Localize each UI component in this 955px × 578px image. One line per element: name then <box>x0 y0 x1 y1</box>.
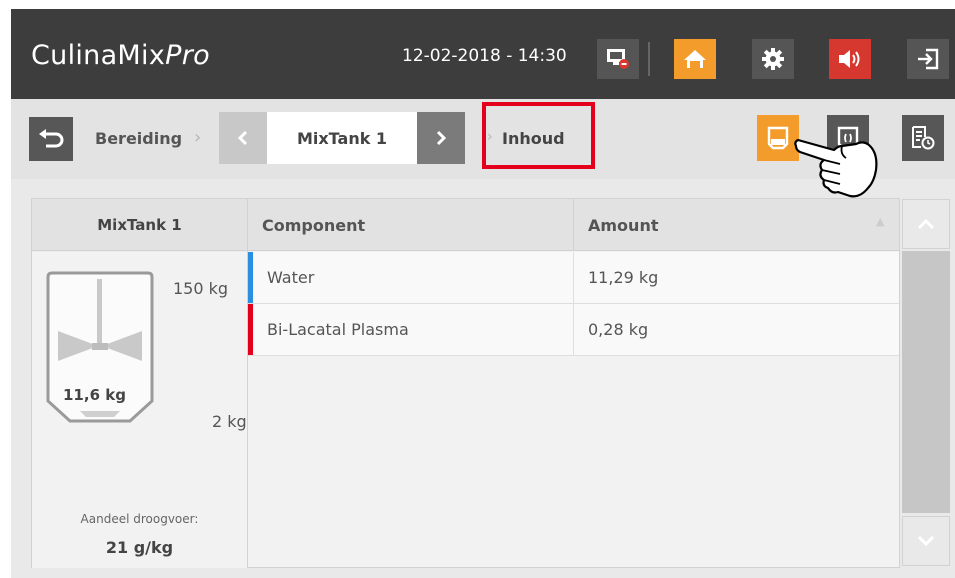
gear-icon <box>762 48 784 70</box>
chevron-right-icon <box>436 130 447 146</box>
speaker-icon <box>839 50 860 68</box>
mixing-tank-icon <box>46 271 154 423</box>
settings-button[interactable] <box>752 39 794 79</box>
table-row[interactable]: Water 11,29 kg <box>248 252 899 304</box>
column-header-amount[interactable]: Amount <box>588 216 658 235</box>
logout-icon <box>918 48 939 70</box>
pointing-hand-icon <box>794 138 878 198</box>
dry-feed-share-label: Aandeel droogvoer: <box>80 512 199 526</box>
column-divider <box>573 252 574 303</box>
tank-panel: MixTank 1 150 kg 11,6 kg 2 kg Aandeel dr… <box>31 198 248 568</box>
tank-fill-weight: 11,6 kg <box>63 386 126 404</box>
column-divider <box>573 304 574 355</box>
separator <box>648 42 650 76</box>
breadcrumb-separator-icon: › <box>194 127 202 148</box>
display-alert-icon <box>607 49 629 69</box>
row-color-marker <box>248 304 253 355</box>
table-row[interactable]: Bi-Lacatal Plasma 0,28 kg <box>248 304 899 356</box>
chevron-left-icon <box>237 130 248 146</box>
display-alert-button[interactable] <box>597 39 639 79</box>
selected-tank[interactable]: MixTank 1 <box>267 112 417 164</box>
tank-selector: MixTank 1 <box>219 112 497 164</box>
sort-ascending-icon: ▲ <box>876 215 885 228</box>
cell-amount: 0,28 kg <box>588 320 649 339</box>
column-header-component[interactable]: Component <box>262 216 365 235</box>
components-table: Component Amount ▲ Water 11,29 kg Bi-Lac… <box>248 198 900 568</box>
list-clock-icon <box>912 126 935 150</box>
back-button[interactable] <box>29 117 73 161</box>
next-tank-button[interactable] <box>417 112 465 164</box>
top-bar: CulinaMixPro 12-02-2018 - 14:30 <box>11 9 955 99</box>
previous-tank-button[interactable] <box>219 112 267 164</box>
cell-amount: 11,29 kg <box>588 268 659 287</box>
scroll-down-button[interactable] <box>902 516 950 566</box>
scroll-thumb[interactable] <box>902 251 950 513</box>
datetime-display: 12-02-2018 - 14:30 <box>402 46 567 66</box>
tank-max-capacity: 150 kg <box>173 279 229 298</box>
dry-feed-share-value: 21 g/kg <box>105 538 174 557</box>
home-icon <box>684 50 706 68</box>
breadcrumb-bereiding[interactable]: Bereiding <box>95 129 182 148</box>
chevron-down-icon <box>917 535 935 547</box>
breadcrumb-separator-icon: › <box>487 129 493 145</box>
table-header: Component Amount ▲ <box>248 199 899 251</box>
content-view-button[interactable] <box>757 115 799 161</box>
column-divider <box>573 199 574 251</box>
cell-component: Water <box>267 268 315 287</box>
vertical-scrollbar[interactable] <box>901 198 952 568</box>
back-arrow-icon <box>39 129 64 148</box>
sound-button[interactable] <box>829 39 871 79</box>
log-view-button[interactable] <box>902 115 944 161</box>
chevron-up-icon <box>917 218 935 230</box>
logout-button[interactable] <box>907 39 949 79</box>
scroll-up-button[interactable] <box>902 199 950 249</box>
main-content: MixTank 1 150 kg 11,6 kg 2 kg Aandeel dr… <box>11 179 955 578</box>
tank-content-icon <box>767 126 789 150</box>
tank-panel-title: MixTank 1 <box>32 199 247 251</box>
home-button[interactable] <box>674 39 716 79</box>
cell-component: Bi-Lacatal Plasma <box>267 320 409 339</box>
tank-min-level: 2 kg <box>212 412 247 431</box>
row-color-marker <box>248 252 253 303</box>
app-title: CulinaMixPro <box>31 40 210 71</box>
breadcrumb-inhoud: Inhoud <box>502 129 565 148</box>
tank-panel-body: 150 kg 11,6 kg 2 kg Aandeel droogvoer: 2… <box>32 252 247 568</box>
